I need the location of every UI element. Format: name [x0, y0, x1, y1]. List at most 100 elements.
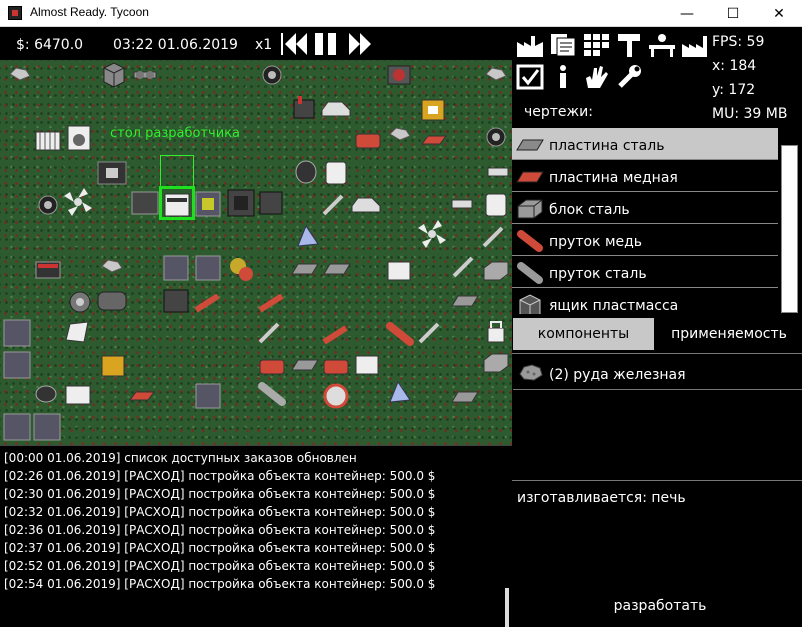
maximize-button[interactable]: ☐: [710, 0, 756, 27]
blueprint-label: пруток сталь: [549, 266, 647, 282]
blueprint-label: пластина медная: [549, 170, 678, 186]
blueprint-item-plastic-box[interactable]: ящик пластмасса: [512, 288, 778, 314]
steel-block-icon: [483, 353, 509, 373]
iron-ore-icon: [519, 364, 543, 381]
blueprint-scrollbar-thumb[interactable]: [781, 145, 798, 313]
factory-icon[interactable]: [516, 32, 544, 58]
placement-ghost: [160, 155, 194, 187]
log-line: [02:37 01.06.2019] [РАСХОД] постройка об…: [4, 541, 436, 555]
log-line: [00:00 01.06.2019] список доступных зака…: [4, 451, 357, 465]
spark-plug-icon: [451, 199, 473, 209]
copper-plate-icon: [129, 391, 155, 401]
pause-bar-icon: [315, 33, 323, 55]
glass-icon: [389, 380, 411, 403]
toolbox-icon: [35, 261, 61, 279]
wrench-icon[interactable]: [616, 64, 644, 90]
wrench-part-icon: [418, 322, 440, 344]
seat-icon: [293, 96, 315, 119]
minimize-button[interactable]: —: [664, 0, 710, 27]
ore-iron-icon: [101, 259, 123, 273]
copper-rod-icon: [517, 230, 543, 252]
hammer-icon[interactable]: [616, 32, 644, 58]
blueprint-label: блок сталь: [549, 202, 630, 218]
log-line: [02:30 01.06.2019] [РАСХОД] постройка об…: [4, 487, 436, 501]
game-map[interactable]: стол разработчика: [0, 60, 512, 445]
steel-plate-icon: [323, 263, 351, 275]
wrench-part-icon: [482, 226, 504, 248]
can-icon: [325, 161, 347, 185]
copper-plate-icon: [516, 171, 544, 183]
grid-icon[interactable]: [582, 32, 610, 58]
blueprints-label: чертежи:: [524, 104, 593, 120]
blueprint-label: пруток медь: [549, 234, 643, 250]
blueprint-item-steel-block[interactable]: блок сталь: [512, 192, 778, 224]
ore-iron-icon: [9, 67, 31, 81]
car-icon: [321, 101, 351, 117]
wheel-icon: [69, 291, 91, 313]
made-in-text: изготавливается: печь: [517, 490, 686, 506]
close-button[interactable]: ✕: [756, 0, 802, 27]
blueprint-item-steel-rod[interactable]: пруток сталь: [512, 256, 778, 288]
spring-icon: [194, 293, 220, 313]
electronics-icon: [259, 191, 283, 215]
slow-down-button[interactable]: [281, 32, 307, 56]
map-objects-layer: [3, 62, 509, 441]
steel-rod-icon: [517, 262, 543, 284]
memory-readout: MU: 39 MB: [712, 106, 788, 122]
checkbox-icon[interactable]: [516, 64, 544, 90]
pause-button[interactable]: [315, 32, 341, 56]
fps-readout: FPS: 59: [712, 34, 765, 50]
forward-arrow-icon: [360, 33, 371, 55]
steel-plate-icon: [451, 391, 479, 403]
rewind-bar-icon: [281, 33, 283, 55]
washing-machine-icon: [67, 125, 91, 151]
pause-bar-icon: [328, 33, 336, 55]
terminal-icon: [163, 255, 189, 281]
blueprint-item-copper-rod[interactable]: пруток медь: [512, 224, 778, 256]
copper-ore-icon: [355, 133, 381, 149]
date-time-readout: 03:22 01.06.2019: [113, 37, 238, 53]
tab-components[interactable]: компоненты: [513, 318, 654, 350]
hand-icon[interactable]: [582, 64, 610, 90]
speed-up-button[interactable]: [349, 32, 375, 56]
terminal-icon: [3, 319, 31, 347]
machine-icon: [163, 289, 189, 313]
blueprint-label: пластина сталь: [549, 138, 665, 154]
blueprint-item-copper-plate[interactable]: пластина медная: [512, 160, 778, 192]
app-icon: [8, 6, 22, 20]
worker-desk-icon[interactable]: [648, 32, 676, 58]
steel-rod-icon: [258, 382, 286, 406]
tab-usage[interactable]: применяемость: [656, 318, 802, 350]
tire-icon: [262, 65, 282, 85]
controller-icon: [131, 191, 159, 215]
develop-button[interactable]: разработать: [560, 592, 760, 620]
steel-plate-icon: [291, 359, 319, 371]
info-icon[interactable]: [549, 64, 577, 90]
battery-icon: [421, 99, 445, 121]
developer-desk-label: стол разработчика: [110, 126, 240, 141]
copper-ore-icon: [323, 359, 349, 375]
speed-readout: x1: [255, 37, 273, 53]
tire-icon: [486, 127, 506, 147]
selection-box[interactable]: [159, 186, 195, 220]
component-label: (2) руда железная: [549, 367, 686, 383]
window-title: Almost Ready. Tycoon: [30, 5, 149, 19]
log-scrollbar[interactable]: [505, 588, 509, 627]
blueprint-item-steel-plate[interactable]: пластина сталь: [512, 128, 778, 160]
ore-iron-icon: [389, 127, 411, 141]
steel-plate-icon: [516, 139, 544, 151]
documents-icon[interactable]: [549, 32, 577, 58]
event-log[interactable]: [00:00 01.06.2019] список доступных зака…: [0, 445, 512, 627]
car-icon: [351, 197, 381, 213]
steel-plate-icon: [291, 263, 319, 275]
rewind-arrow-icon: [296, 33, 307, 55]
title-bar[interactable]: Almost Ready. Tycoon — ☐ ✕: [0, 0, 802, 27]
plastic-box-icon: [519, 294, 541, 314]
blueprint-list[interactable]: пластина сталь пластина медная блок стал…: [512, 128, 778, 314]
radiator-icon: [387, 261, 411, 281]
terminal-icon: [3, 351, 31, 379]
cursor-y-readout: y: 172: [712, 82, 756, 98]
top-hud: $: 6470.0 03:22 01.06.2019 x1: [0, 28, 512, 60]
factory-icon[interactable]: [681, 32, 709, 58]
money-readout: $: 6470.0: [16, 37, 84, 53]
